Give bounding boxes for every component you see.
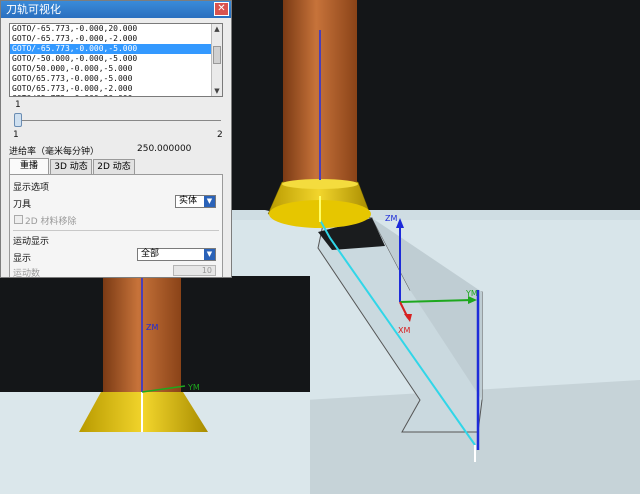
slider-value-label: 1 [15,100,21,110]
slider-max-label: 2 [217,130,223,140]
motion-count-field[interactable]: 10 [173,265,216,276]
inset-zm-label: ZM [146,323,158,332]
toolpath-list-item[interactable]: GOTO/65.773,-0.000,-5.000 [10,74,222,84]
inset-zoom-view: ZM YM [0,276,310,494]
toolpath-list-item[interactable]: GOTO/-65.773,-0.000,20.000 [10,24,222,34]
toolpath-list-item[interactable]: GOTO/65.773,-0.000,20.000 [10,94,222,96]
motion-display-select[interactable]: 全部 ▼ [137,248,216,261]
2d-material-removal-label: 2D 材料移除 [25,217,77,227]
toolpath-list-item[interactable]: GOTO/-65.773,-0.000,-5.000 [10,44,222,54]
scroll-up-icon[interactable]: ▲ [212,24,222,34]
display-options-heading: 显示选项 [13,183,50,193]
chevron-down-icon: ▼ [204,196,215,207]
motion-display-heading: 运动显示 [13,237,50,247]
xm-label: XM [398,326,410,335]
dialog-title: 刀轨可视化 [6,3,61,16]
display-label: 显示 [13,254,32,264]
tool-display-select[interactable]: 实体 ▼ [175,195,216,208]
tab-3d-dynamic[interactable]: 3D 动态 [50,159,92,174]
scroll-thumb[interactable] [213,46,221,64]
toolpath-list-item[interactable]: GOTO/-65.773,-0.000,-2.000 [10,34,222,44]
toolpath-list-item[interactable]: GOTO/50.000,-0.000,-5.000 [10,64,222,74]
motion-count-label: 运动数 [13,269,41,278]
tool-holder-top [282,179,358,189]
feed-rate-label: 进给率（毫米每分钟） [9,147,100,157]
scroll-down-icon[interactable]: ▼ [212,86,222,96]
section-divider [13,230,219,231]
toolpath-listbox[interactable]: GOTO/-65.773,-0.000,20.000 GOTO/-65.773,-… [9,23,223,97]
toolpath-visualization-dialog: 刀轨可视化 ✕ GOTO/-65.773,-0.000,20.000 GOTO/-… [0,0,232,278]
slider-min-label: 1 [13,130,19,140]
close-icon[interactable]: ✕ [214,2,229,16]
replay-slider-track[interactable] [15,120,221,121]
motion-display-value: 全部 [141,249,160,259]
tab-panel-replay: 显示选项 刀具 实体 ▼ 2D 材料移除 运动显示 显示 全部 ▼ 运动数 10 [9,174,223,278]
2d-material-removal-checkbox[interactable] [14,215,23,224]
tool-label: 刀具 [13,200,32,210]
chevron-down-icon: ▼ [204,249,215,260]
replay-slider-thumb[interactable] [14,113,22,127]
tool-display-value: 实体 [179,196,198,206]
toolpath-list-item[interactable]: GOTO/-50.000,-0.000,-5.000 [10,54,222,64]
ym-label: YM [465,289,478,298]
tab-replay[interactable]: 重播 [9,158,49,174]
feed-rate-value: 250.000000 [137,144,192,154]
tab-2d-dynamic[interactable]: 2D 动态 [93,159,135,174]
inset-ym-label: YM [187,383,200,392]
dialog-titlebar[interactable]: 刀轨可视化 ✕ [1,1,231,18]
toolpath-list-item[interactable]: GOTO/65.773,-0.000,-2.000 [10,84,222,94]
zm-label: ZM [385,214,397,223]
listbox-scrollbar[interactable]: ▲ ▼ [211,24,222,96]
